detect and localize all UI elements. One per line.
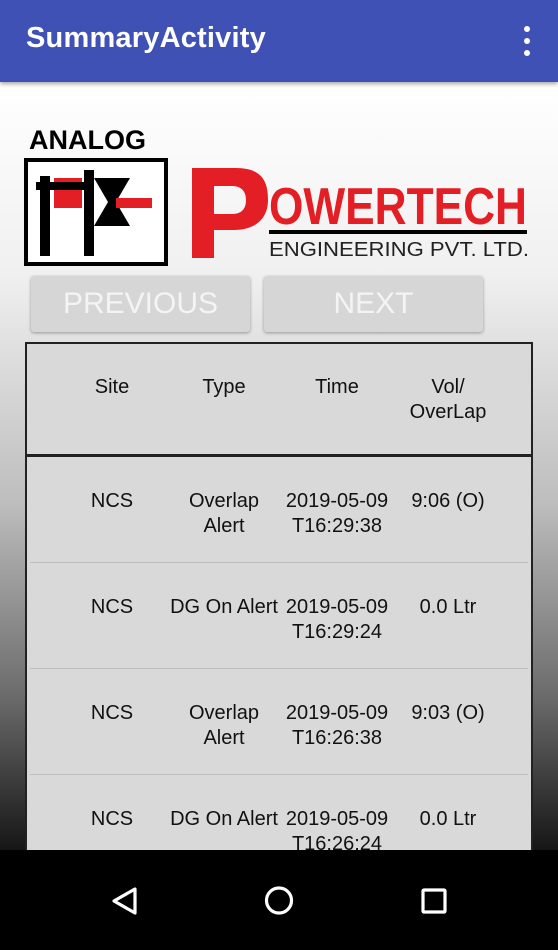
cell-time: 2019-05-09 T16:26:24 <box>285 808 389 850</box>
cell-type: DG On Alert <box>170 808 278 830</box>
header-vol-overlap: Vol/ OverLap <box>409 376 487 423</box>
cell-vol: 9:06 (O) <box>411 490 485 512</box>
cell-type: Overlap Alert <box>188 490 260 537</box>
header-site: Site <box>94 376 130 398</box>
header-time: Time <box>315 376 359 398</box>
table-row[interactable]: NCS DG On Alert 2019-05-09 T16:29:24 0.0 … <box>30 563 528 669</box>
logo-analog-text: ANALOG <box>29 126 146 155</box>
cell-vol: 9:03 (O) <box>411 702 485 724</box>
cell-site: NCS <box>90 808 134 830</box>
back-triangle-icon[interactable] <box>94 870 154 930</box>
logo-tagline: ENGINEERING PVT. LTD. <box>269 239 529 261</box>
logo-brand-text: OWERTECH <box>269 178 527 236</box>
cell-time: 2019-05-09 T16:29:38 <box>285 490 389 537</box>
table-header: Site Type Time Vol/ OverLap <box>27 344 531 457</box>
more-vert-icon[interactable] <box>522 26 532 56</box>
cell-type: Overlap Alert <box>188 702 260 749</box>
app-bar: SummaryActivity <box>0 0 558 82</box>
cell-site: NCS <box>90 490 134 512</box>
previous-button[interactable]: PREVIOUS <box>31 276 250 332</box>
cell-vol: 0.0 Ltr <box>419 596 477 618</box>
cell-vol: 0.0 Ltr <box>419 808 477 830</box>
system-nav-bar <box>0 850 558 950</box>
cell-time: 2019-05-09 T16:26:38 <box>285 702 389 749</box>
cell-site: NCS <box>90 596 134 618</box>
table-row[interactable]: NCS DG On Alert 2019-05-09 T16:26:24 0.0 … <box>30 775 528 850</box>
header-type: Type <box>202 376 246 398</box>
cell-time: 2019-05-09 T16:29:24 <box>285 596 389 643</box>
cell-site: NCS <box>90 702 134 724</box>
company-logo: ANALOG OWERTECH ENGINEERING PVT. LTD. <box>24 126 534 266</box>
table-row[interactable]: NCS Overlap Alert 2019-05-09 T16:26:38 9:0… <box>30 669 528 775</box>
table-row[interactable]: NCS Overlap Alert 2019-05-09 T16:29:38 9:0… <box>30 457 528 563</box>
app-title: SummaryActivity <box>26 22 266 54</box>
home-circle-icon[interactable] <box>249 870 309 930</box>
recents-square-icon[interactable] <box>403 870 463 930</box>
summary-table[interactable]: Site Type Time Vol/ OverLap NCS Overlap A… <box>25 342 533 850</box>
next-button[interactable]: NEXT <box>264 276 483 332</box>
content-area: ANALOG OWERTECH ENGINEERING PVT. LTD. PR… <box>0 82 558 850</box>
cell-type: DG On Alert <box>170 596 278 618</box>
